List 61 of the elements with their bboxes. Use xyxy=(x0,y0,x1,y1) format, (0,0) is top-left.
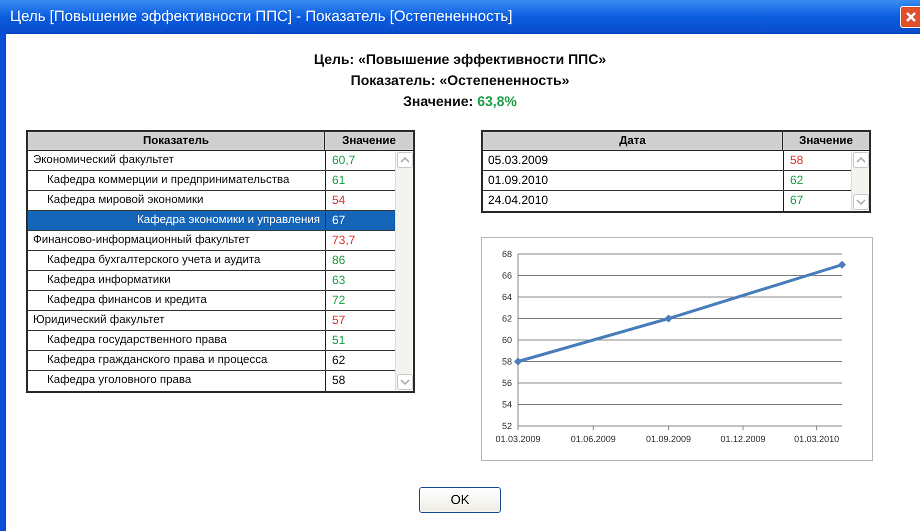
column-header: Значение xyxy=(341,134,397,149)
x-tick-label: 01.12.2009 xyxy=(720,434,766,444)
y-tick-label: 64 xyxy=(502,292,512,302)
table-row[interactable]: Кафедра финансов и кредита 72 xyxy=(28,291,395,311)
y-tick-label: 52 xyxy=(502,421,512,431)
x-tick-label: 01.09.2009 xyxy=(646,434,692,444)
close-icon xyxy=(905,11,917,23)
indicator-name: Экономический факультет xyxy=(32,153,175,168)
indicator-name: Кафедра гражданского права и процесса xyxy=(46,353,268,368)
table-row[interactable]: Кафедра коммерции и предпринимательства 61 xyxy=(28,171,395,191)
y-tick-label: 54 xyxy=(502,400,512,410)
date-cell-text: 01.09.2010 xyxy=(487,172,550,189)
indicator-name: Кафедра уголовного права xyxy=(46,373,192,388)
scrollbar[interactable] xyxy=(395,151,413,391)
goal-heading: Цель: «Повышение эффективности ППС» xyxy=(314,51,606,68)
value-text: 63,8% xyxy=(477,93,517,110)
y-tick-label: 58 xyxy=(502,356,512,366)
x-tick-label: 01.03.2009 xyxy=(495,434,541,444)
value-label: Значение: xyxy=(403,93,474,110)
date-cell-text: 24.04.2010 xyxy=(487,192,550,209)
scroll-down-icon[interactable] xyxy=(397,374,413,390)
data-point xyxy=(664,314,673,322)
indicator-name: Финансово-информационный факультет xyxy=(32,233,251,248)
ok-button[interactable]: OK xyxy=(419,487,501,513)
scroll-up-icon[interactable] xyxy=(397,152,413,168)
table-row[interactable]: Юридический факультет 57 xyxy=(28,311,395,331)
table-row[interactable]: Кафедра государственного права 51 xyxy=(28,331,395,351)
y-tick-label: 60 xyxy=(502,335,512,345)
y-tick-label: 56 xyxy=(502,378,512,388)
y-tick-label: 66 xyxy=(502,270,512,280)
indicator-name: Юридический факультет xyxy=(32,313,166,328)
indicator-name: Кафедра коммерции и предпринимательства xyxy=(46,173,290,188)
table-row[interactable]: Кафедра информатики 63 xyxy=(28,271,395,291)
table-row[interactable]: Экономический факультет 60,7 xyxy=(28,151,395,171)
table-row[interactable]: Кафедра мировой экономики 54 xyxy=(28,191,395,211)
indicator-name: Кафедра мировой экономики xyxy=(46,193,204,208)
data-point xyxy=(514,358,522,366)
scroll-up-icon[interactable] xyxy=(853,152,869,168)
window-title: Цель [Повышение эффективности ППС] - Показатель [Остепененность] xyxy=(10,6,512,27)
scroll-down-icon[interactable] xyxy=(853,194,869,210)
indicator-name: Кафедра финансов и кредита xyxy=(46,293,208,308)
indicator-heading: Показатель: «Остепененность» xyxy=(350,72,570,89)
column-header: Значение xyxy=(798,134,854,149)
table-row[interactable]: Кафедра бухгалтерского учета и аудита 86 xyxy=(28,251,395,271)
indicator-name: Кафедра экономики и управления xyxy=(136,213,321,228)
x-tick-label: 01.03.2010 xyxy=(794,434,840,444)
date-cell-text: 05.03.2009 xyxy=(487,152,550,169)
data-point xyxy=(838,260,846,269)
y-tick-label: 62 xyxy=(502,314,512,324)
column-header: Показатель xyxy=(28,132,325,150)
table-row[interactable]: Финансово-информационный факультет 73,7 xyxy=(28,231,395,251)
close-button[interactable] xyxy=(900,6,920,28)
indicator-name: Кафедра государственного права xyxy=(46,333,228,348)
y-tick-label: 68 xyxy=(502,249,512,259)
scrollbar[interactable] xyxy=(851,151,869,211)
x-tick-label: 01.06.2009 xyxy=(570,434,616,444)
table-row[interactable]: Кафедра экономики и управления 67 xyxy=(28,211,395,231)
indicator-name: Кафедра информатики xyxy=(46,273,172,288)
column-header: Дата xyxy=(483,132,783,150)
indicator-name: Кафедра бухгалтерского учета и аудита xyxy=(46,253,262,268)
table-row[interactable]: Кафедра гражданского права и процесса 62 xyxy=(28,351,395,371)
